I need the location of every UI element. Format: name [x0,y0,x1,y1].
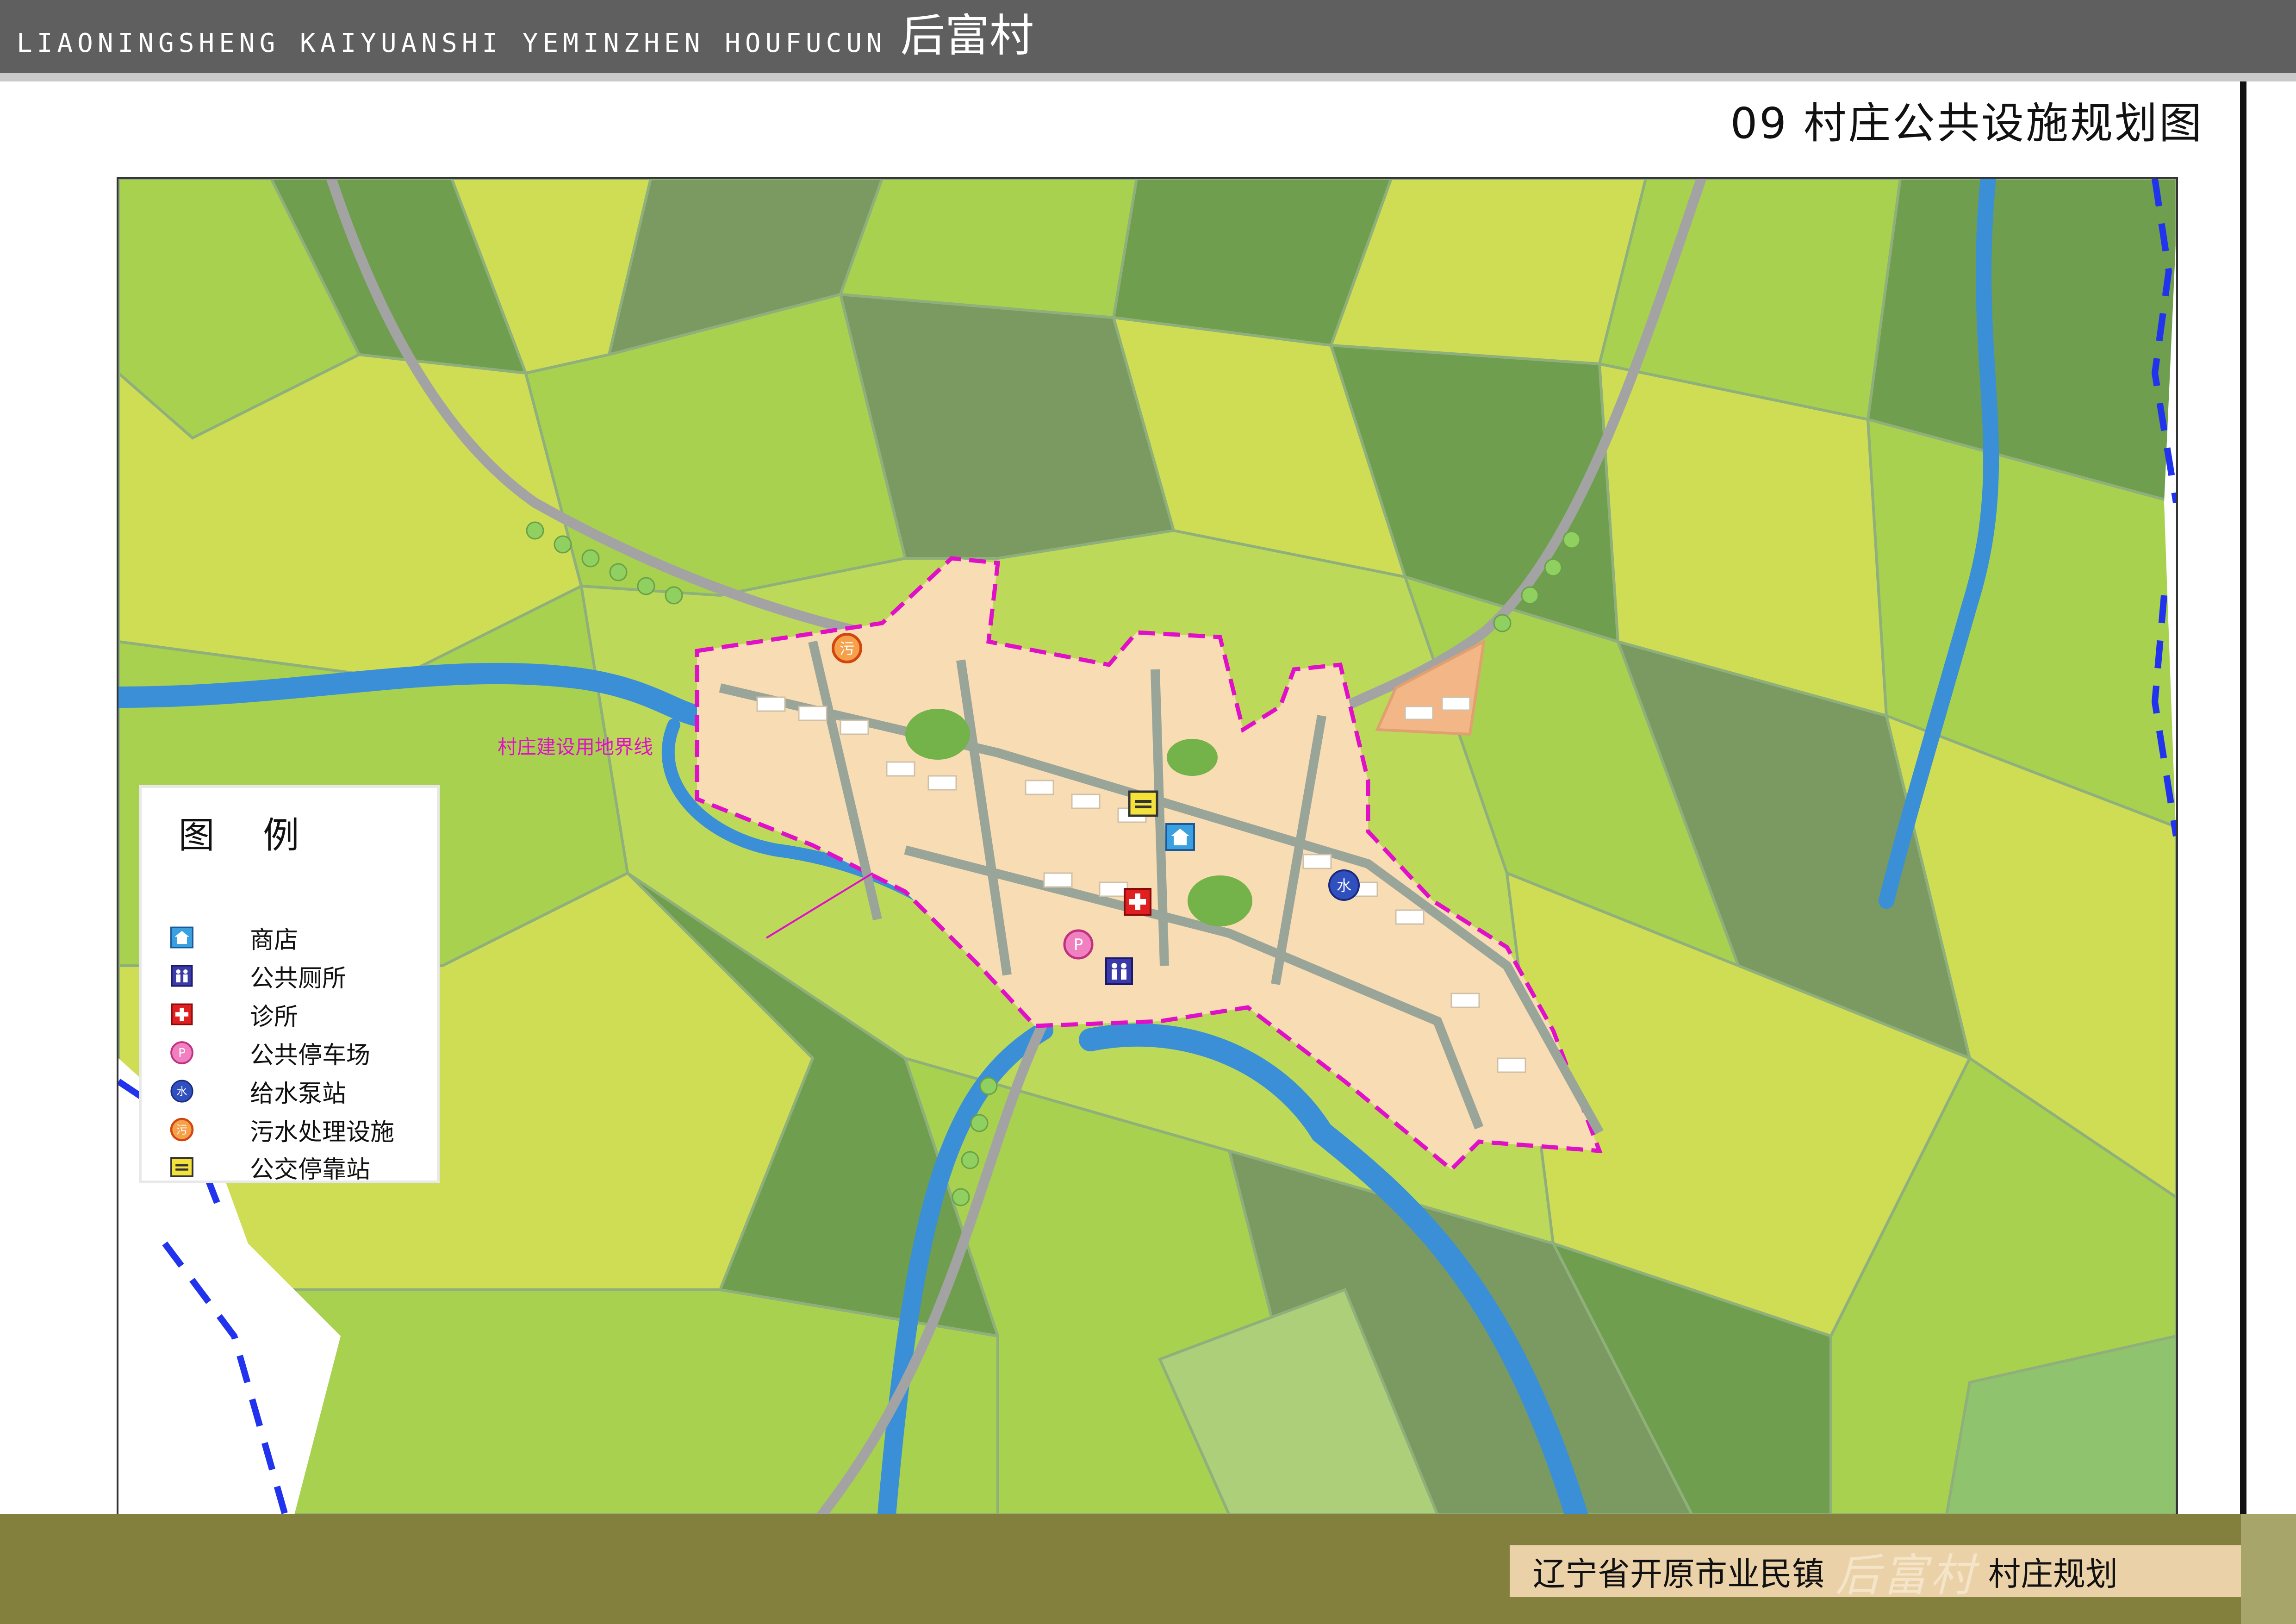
legend-item-parking: P 公共停车场 [169,1037,371,1069]
legend-item-sewage: 污 污水处理设施 [169,1114,395,1146]
svg-text:水: 水 [1337,877,1351,894]
parking-icon: P [169,1040,194,1065]
clinic-icon [169,1002,194,1027]
legend-item-toilet: 公共厕所 [169,961,347,993]
footer-village: 后富村 [1836,1549,1977,1601]
right-rule [2240,81,2246,1624]
shop-icon [169,925,194,950]
legend-label: 给水泵站 [250,1080,347,1108]
legend-item-shop: 商店 [169,922,299,954]
sheet-title: 09 村庄公共设施规划图 [1730,99,2203,148]
legend-item-water-pump: 水 给水泵站 [169,1076,347,1108]
footer-prefix: 辽宁省开原市业民镇 [1533,1555,1824,1593]
svg-text:P: P [178,1046,186,1060]
header-cn-title: 后富村 [900,10,1034,62]
toilet-icon [169,963,194,988]
legend-item-bus-stop: 公交停靠站 [169,1152,371,1184]
boundary-leader-line [765,872,874,939]
svg-text:水: 水 [176,1086,187,1098]
legend-title: 图 例 [178,815,318,856]
sewage-treatment-icon: 污 [169,1117,194,1142]
legend-item-clinic: 诊所 [169,999,299,1031]
footer-strip [2241,1514,2296,1624]
footer-suffix: 村庄规划 [1988,1555,2118,1593]
boundary-label: 村庄建设用地界线 [498,736,653,758]
legend-label: 诊所 [250,1003,299,1031]
svg-text:污: 污 [840,640,854,657]
legend-label: 公交停靠站 [250,1156,371,1184]
legend-label: 公共停车场 [250,1041,371,1069]
svg-text:污: 污 [176,1123,187,1137]
water-pump-icon: 水 [169,1079,194,1104]
field-parcel [838,179,1139,319]
header-latin-title: LIAONINGSHENG KAIYUANSHI YEMINZHEN HOUFU… [17,28,887,58]
header-title: LIAONINGSHENG KAIYUANSHI YEMINZHEN HOUFU… [17,10,1034,64]
footer-banner: 辽宁省开原市业民镇 后富村 村庄规划 [1510,1545,2241,1601]
legend: 图 例 商店 公共厕所 诊所 P 公共停车场 水 给水泵站 污 污水处理设施 公… [139,785,440,1184]
header-stripe [0,73,2296,81]
legend-label: 商店 [250,926,299,954]
bus-stop-icon [169,1155,194,1180]
svg-text:P: P [1074,936,1083,954]
legend-label: 公共厕所 [250,964,347,993]
legend-label: 污水处理设施 [250,1118,395,1146]
